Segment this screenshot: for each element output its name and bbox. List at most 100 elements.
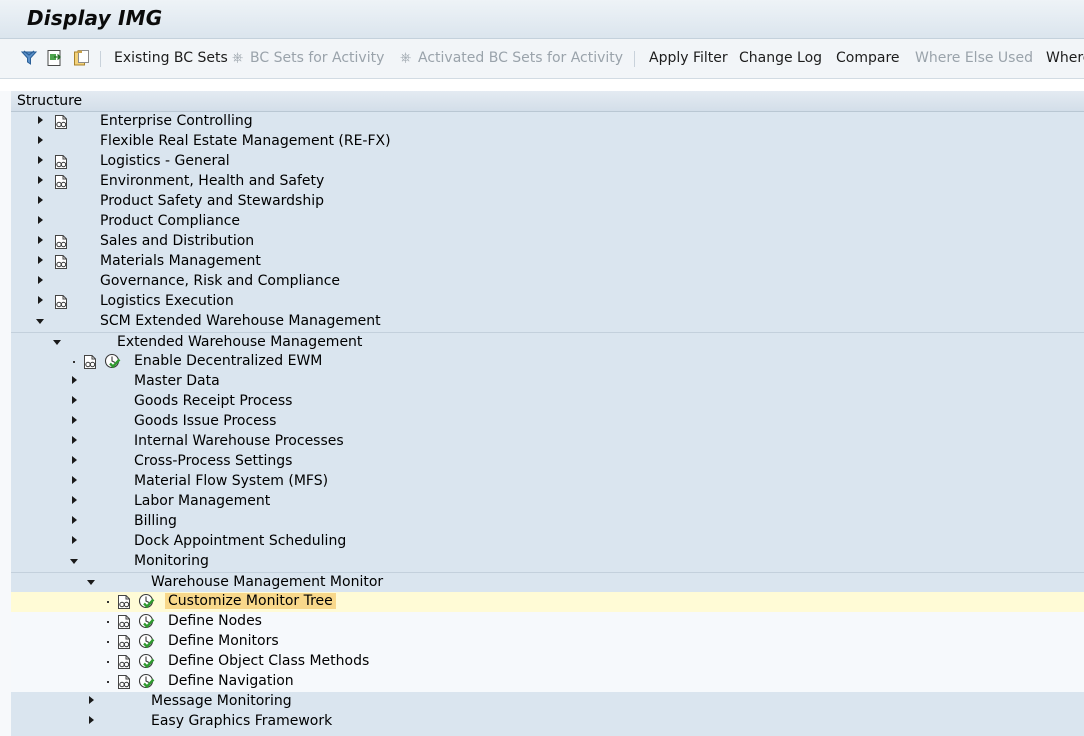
execute-activity-icon[interactable] (138, 653, 155, 670)
tree-node-row[interactable]: Goods Issue Process (11, 412, 1084, 432)
expanded-triangle-icon[interactable] (70, 559, 78, 564)
tree-node-row[interactable]: Environment, Health and Safety (11, 172, 1084, 192)
tree-node-row[interactable]: Easy Graphics Framework (11, 712, 1084, 732)
tree-node-row[interactable]: Dock Appointment Scheduling (11, 532, 1084, 552)
tree-node-label: Product Safety and Stewardship (100, 193, 324, 209)
tree-node-row[interactable]: Flexible Real Estate Management (RE-FX) (11, 132, 1084, 152)
change-log-button[interactable]: Change Log (739, 50, 822, 66)
expanded-triangle-icon[interactable] (53, 340, 61, 345)
collapsed-triangle-icon[interactable] (72, 536, 77, 544)
leaf-bullet (107, 601, 109, 603)
tree-node-row[interactable]: Sales and Distribution (11, 232, 1084, 252)
execute-activity-icon[interactable] (138, 673, 155, 690)
collapsed-triangle-icon[interactable] (38, 216, 43, 224)
documentation-icon[interactable] (116, 634, 132, 650)
collapsed-triangle-icon[interactable] (89, 696, 94, 704)
collapsed-triangle-icon[interactable] (38, 136, 43, 144)
leaf-bullet (107, 641, 109, 643)
where-else-used-button[interactable]: Where Else Used (915, 50, 1033, 66)
tree-node-label: Enable Decentralized EWM (134, 353, 323, 369)
tree-node-row[interactable]: Define Navigation (11, 672, 1084, 692)
tree-node-row[interactable]: Extended Warehouse Management (11, 332, 1084, 353)
expanded-triangle-icon[interactable] (87, 580, 95, 585)
documentation-icon[interactable] (82, 354, 98, 370)
tree-node-row[interactable]: Customize Monitor Tree (11, 592, 1084, 612)
tree-node-row[interactable]: Governance, Risk and Compliance (11, 272, 1084, 292)
collapsed-triangle-icon[interactable] (38, 156, 43, 164)
tree-node-row[interactable]: Define Nodes (11, 612, 1084, 632)
collapsed-triangle-icon[interactable] (72, 436, 77, 444)
existing-bc-sets-button[interactable]: Existing BC Sets (114, 50, 228, 66)
tree-node-label: Message Monitoring (151, 693, 292, 709)
tree-node-label: Warehouse Management Monitor (151, 574, 384, 590)
documentation-icon[interactable] (53, 174, 69, 190)
documentation-icon[interactable] (53, 254, 69, 270)
leaf-bullet (107, 621, 109, 623)
collapsed-triangle-icon[interactable] (72, 396, 77, 404)
tree-node-row[interactable]: Define Monitors (11, 632, 1084, 652)
tree-node-row[interactable]: Billing (11, 512, 1084, 532)
tree-node-label: Easy Graphics Framework (151, 713, 333, 729)
collapsed-triangle-icon[interactable] (72, 376, 77, 384)
activated-bc-sets-button[interactable]: ⎈ Activated BC Sets for Activity (400, 50, 623, 66)
documentation-icon[interactable] (116, 594, 132, 610)
tree-node-label: Master Data (134, 373, 220, 389)
collapsed-triangle-icon[interactable] (38, 116, 43, 124)
collapsed-triangle-icon[interactable] (72, 476, 77, 484)
expanded-triangle-icon[interactable] (36, 319, 44, 324)
toolbar-separator (634, 51, 635, 67)
bc-sets-for-activity-button[interactable]: ⎈ BC Sets for Activity (232, 50, 384, 66)
collapsed-triangle-icon[interactable] (38, 176, 43, 184)
compare-button[interactable]: Compare (836, 50, 900, 66)
tree-node-row[interactable]: Enterprise Controlling (11, 112, 1084, 132)
tree-node-row[interactable]: Warehouse Management Monitor (11, 572, 1084, 593)
tree-node-row[interactable]: Material Flow System (MFS) (11, 472, 1084, 492)
collapsed-triangle-icon[interactable] (38, 256, 43, 264)
collapsed-triangle-icon[interactable] (38, 296, 43, 304)
bc-sets-for-activity-label: BC Sets for Activity (250, 50, 385, 66)
documentation-icon[interactable] (116, 674, 132, 690)
documentation-icon[interactable] (53, 154, 69, 170)
documentation-icon[interactable] (116, 614, 132, 630)
collapsed-triangle-icon[interactable] (72, 516, 77, 524)
tree-node-row[interactable]: Product Safety and Stewardship (11, 192, 1084, 212)
collapsed-triangle-icon[interactable] (72, 496, 77, 504)
execute-activity-icon[interactable] (138, 633, 155, 650)
tree-node-row[interactable]: Labor Management (11, 492, 1084, 512)
filter-icon[interactable] (20, 49, 38, 67)
tree-node-label: Flexible Real Estate Management (RE-FX) (100, 133, 391, 149)
tree-node-row[interactable]: Define Object Class Methods (11, 652, 1084, 672)
where-button-truncated[interactable]: Where (1046, 50, 1084, 66)
documentation-icon[interactable] (53, 294, 69, 310)
tree-node-row[interactable]: Message Monitoring (11, 692, 1084, 712)
tree-node-row[interactable]: Cross-Process Settings (11, 452, 1084, 472)
tree-node-row[interactable]: Enable Decentralized EWM (11, 352, 1084, 372)
tree-node-row[interactable]: Materials Management (11, 252, 1084, 272)
collapsed-triangle-icon[interactable] (89, 716, 94, 724)
execute-activity-icon[interactable] (104, 353, 121, 370)
documentation-icon[interactable] (116, 654, 132, 670)
tree-node-row[interactable]: Goods Receipt Process (11, 392, 1084, 412)
export-icon[interactable] (45, 49, 63, 67)
collapsed-triangle-icon[interactable] (38, 236, 43, 244)
collapsed-triangle-icon[interactable] (38, 196, 43, 204)
tree-node-row[interactable]: Logistics - General (11, 152, 1084, 172)
execute-activity-icon[interactable] (138, 613, 155, 630)
tree-node-row[interactable]: Master Data (11, 372, 1084, 392)
window-title: Display IMG (27, 6, 163, 30)
execute-activity-icon[interactable] (138, 593, 155, 610)
tree-node-label: Monitoring (134, 553, 209, 569)
tree-node-row[interactable]: SCM Extended Warehouse Management (11, 312, 1084, 332)
apply-filter-button[interactable]: Apply Filter (649, 50, 728, 66)
collapsed-triangle-icon[interactable] (72, 416, 77, 424)
tree-node-row[interactable]: Logistics Execution (11, 292, 1084, 312)
tree-node-row[interactable]: Internal Warehouse Processes (11, 432, 1084, 452)
application-toolbar: Existing BC Sets ⎈ BC Sets for Activity ⎈… (0, 39, 1084, 79)
tree-node-row[interactable]: Product Compliance (11, 212, 1084, 232)
tree-node-row[interactable]: Monitoring (11, 552, 1084, 572)
clipboard-icon[interactable] (72, 49, 90, 67)
documentation-icon[interactable] (53, 234, 69, 250)
documentation-icon[interactable] (53, 114, 69, 130)
collapsed-triangle-icon[interactable] (38, 276, 43, 284)
collapsed-triangle-icon[interactable] (72, 456, 77, 464)
